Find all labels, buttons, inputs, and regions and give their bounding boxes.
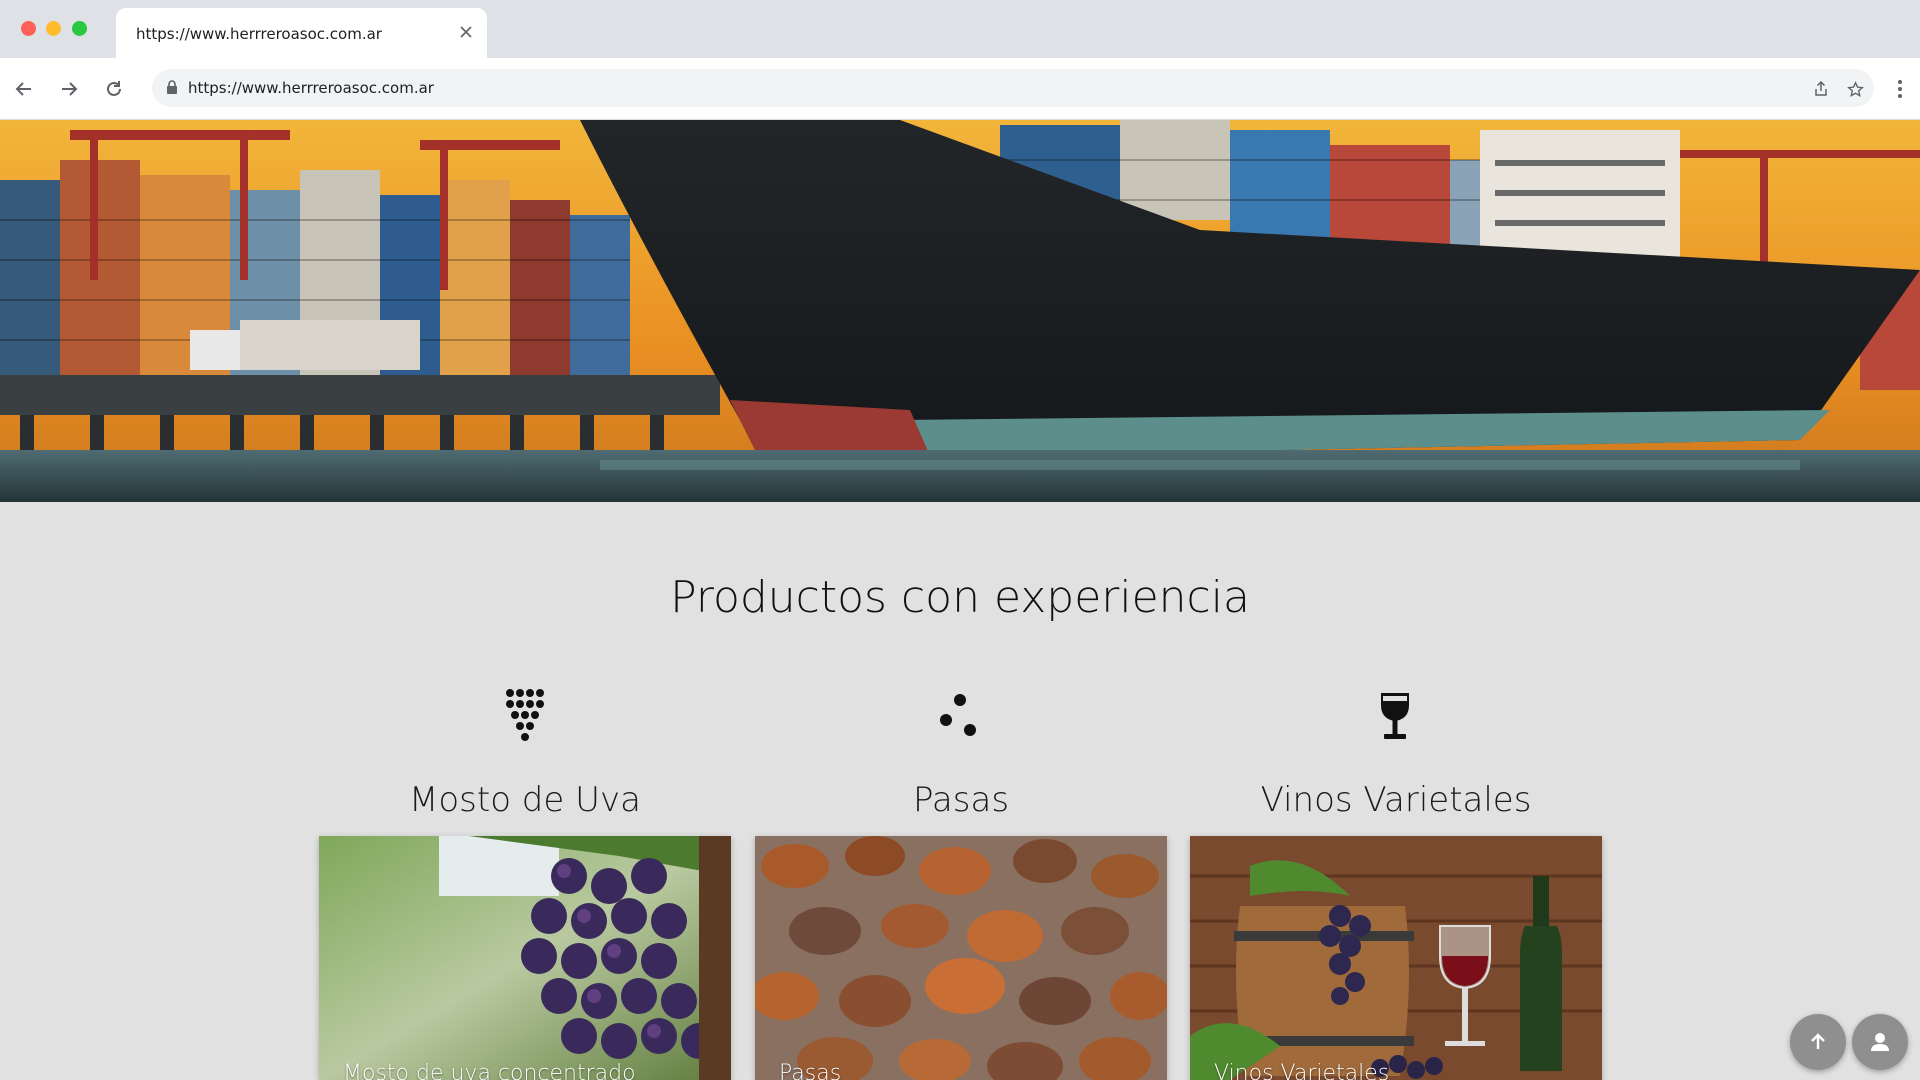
- grape-cluster-icon: [495, 686, 555, 746]
- product-card-mosto[interactable]: Mosto de uva concentrado: [319, 836, 731, 1080]
- arrow-up-icon: [1811, 1033, 1825, 1049]
- address-bar[interactable]: https://www.herrreroasoc.com.ar: [152, 69, 1874, 107]
- wine-glass-icon: [1365, 686, 1425, 746]
- user-account-button[interactable]: [1852, 1014, 1908, 1070]
- section-title: Productos con experiencia: [670, 572, 1250, 623]
- back-arrow-icon[interactable]: [8, 73, 40, 105]
- window-minimize-button[interactable]: [46, 21, 61, 36]
- lock-icon: [166, 80, 178, 99]
- raisins-image: [755, 836, 1167, 1080]
- window-maximize-button[interactable]: [72, 21, 87, 36]
- tab-title: https://www.herrreroasoc.com.ar: [136, 25, 382, 43]
- card-caption-pasas: Pasas: [779, 1061, 842, 1080]
- scroll-to-top-button[interactable]: [1790, 1014, 1846, 1070]
- tab-close-icon[interactable]: [455, 21, 477, 43]
- bookmark-star-icon[interactable]: [1844, 78, 1866, 100]
- reload-icon[interactable]: [98, 73, 130, 105]
- product-card-vinos[interactable]: Vinos Varietales: [1190, 836, 1602, 1080]
- product-name-vinos: Vinos Varietales: [1260, 780, 1532, 820]
- browser-toolbar: https://www.herrreroasoc.com.ar: [0, 58, 1920, 120]
- browser-tab-bar: https://www.herrreroasoc.com.ar: [0, 0, 1920, 58]
- browser-menu-icon[interactable]: [1886, 73, 1914, 105]
- url-text[interactable]: https://www.herrreroasoc.com.ar: [188, 79, 434, 97]
- raisins-dots-icon: [930, 686, 990, 746]
- user-icon: [1871, 1033, 1889, 1051]
- product-name-mosto: Mosto de Uva: [409, 780, 641, 820]
- forward-arrow-icon[interactable]: [53, 73, 85, 105]
- wine-barrel-image: [1190, 836, 1602, 1080]
- card-caption-vinos: Vinos Varietales: [1214, 1061, 1390, 1080]
- browser-tab[interactable]: https://www.herrreroasoc.com.ar: [116, 8, 487, 58]
- grapes-image: [319, 836, 731, 1080]
- hero-banner-image: [0, 120, 1920, 502]
- share-icon[interactable]: [1810, 78, 1832, 100]
- product-card-pasas[interactable]: Pasas: [755, 836, 1167, 1080]
- window-close-button[interactable]: [21, 21, 36, 36]
- card-caption-mosto: Mosto de uva concentrado: [343, 1061, 636, 1080]
- product-name-pasas: Pasas: [912, 780, 1010, 820]
